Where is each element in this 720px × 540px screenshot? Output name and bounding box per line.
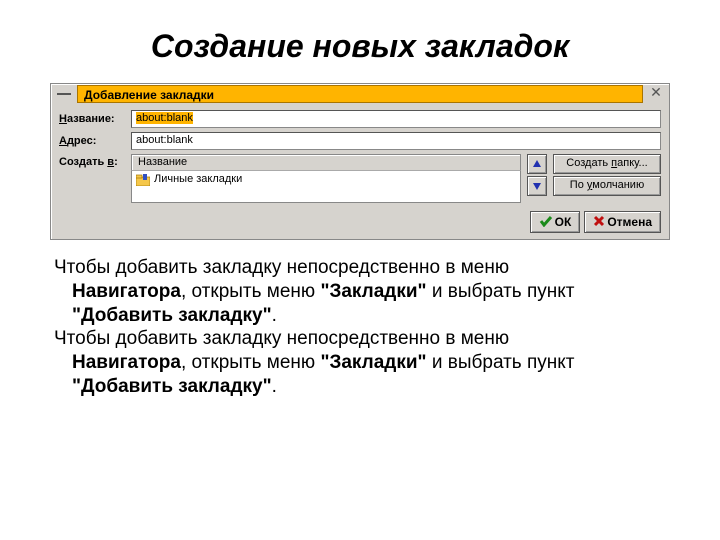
dialog-titlebar: Добавление закладки ✕ bbox=[51, 84, 669, 104]
add-bookmark-dialog: Добавление закладки ✕ Название: about:bl… bbox=[50, 83, 670, 240]
ok-button[interactable]: ОК bbox=[530, 211, 581, 233]
check-icon bbox=[539, 215, 553, 230]
folder-tree[interactable]: Личные закладки bbox=[131, 171, 521, 203]
address-label: Адрес: bbox=[59, 135, 131, 147]
create-in-label: Создать в: bbox=[59, 154, 131, 168]
cancel-button[interactable]: Отмена bbox=[584, 211, 661, 233]
tree-root-item[interactable]: Личные закладки bbox=[154, 173, 242, 185]
name-input[interactable]: about:blank bbox=[131, 110, 661, 128]
default-button[interactable]: По умолчанию bbox=[553, 176, 661, 196]
move-down-button[interactable] bbox=[527, 176, 547, 196]
new-folder-button[interactable]: Создать папку... bbox=[553, 154, 661, 174]
cross-icon bbox=[593, 215, 605, 230]
move-up-button[interactable] bbox=[527, 154, 547, 174]
close-button[interactable]: ✕ bbox=[647, 85, 665, 103]
name-label: Название: bbox=[59, 113, 131, 125]
bookmark-folder-icon bbox=[136, 174, 150, 186]
description-text: Чтобы добавить закладку непосредственно … bbox=[54, 256, 666, 399]
slide-title: Создание новых закладок bbox=[50, 28, 670, 65]
system-menu-icon[interactable] bbox=[57, 93, 71, 95]
dialog-title: Добавление закладки bbox=[77, 85, 643, 103]
address-input[interactable]: about:blank bbox=[131, 132, 661, 150]
tree-header[interactable]: Название bbox=[131, 154, 521, 171]
